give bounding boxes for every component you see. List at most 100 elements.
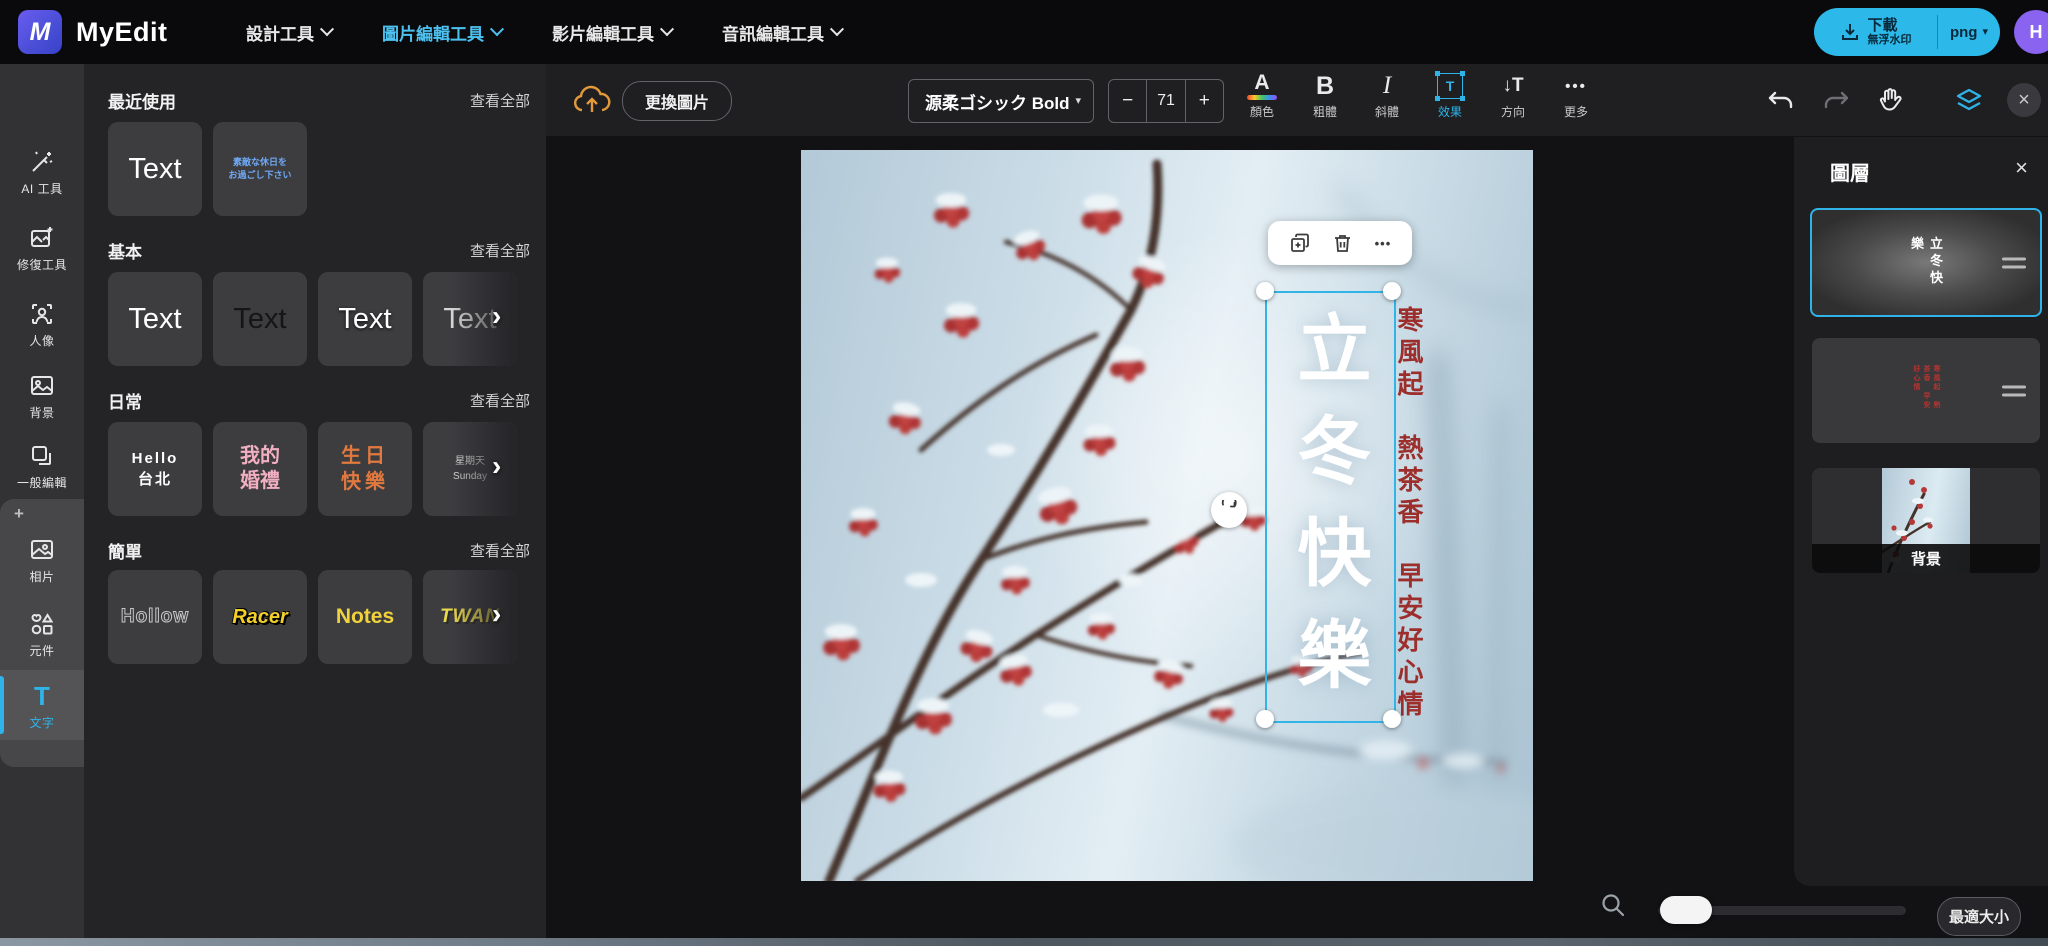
text-effect-button[interactable]: T 效果 [1421,70,1479,128]
myedit-logo-icon[interactable]: M [18,10,62,54]
fade-overlay [423,272,517,366]
zoom-search-icon[interactable] [1600,892,1626,918]
trash-icon[interactable] [1332,232,1353,254]
chevron-down-icon [830,22,844,36]
chevron-down-icon [490,22,504,36]
text-style-tile[interactable]: TWAN [423,570,517,664]
sidebar-item-ai-tools[interactable]: AI 工具 [0,142,84,204]
text-style-tile[interactable]: 我的 婚禮 [213,422,307,516]
text-style-tile[interactable]: 素敵な休日を お過ごし下さい [213,122,307,216]
window-bottom-edge [0,938,2048,946]
effect-icon: T [1437,70,1463,102]
brand-name: MyEdit [76,0,168,64]
row-scroll-right-icon[interactable]: › [492,300,501,332]
close-layers-icon[interactable]: × [2015,155,2028,181]
close-editor-icon[interactable]: × [2007,83,2041,117]
portrait-icon [29,301,55,327]
fade-overlay [423,570,517,664]
canvas-text-selected[interactable]: 立冬快樂 [1282,310,1374,718]
view-all-simple[interactable]: 查看全部 [470,540,530,561]
rotate-handle[interactable] [1211,492,1247,528]
sidebar-item-portrait[interactable]: 人像 [0,294,84,356]
layer-item-selected-text[interactable]: 立冬快樂 [1810,208,2042,317]
text-style-tile[interactable]: Text [318,272,412,366]
text-style-tile[interactable]: 星期天 Sunday [423,422,517,516]
download-main[interactable]: 下載 無浮水印 [1814,18,1937,46]
hand-tool-icon[interactable] [1875,86,1905,116]
direction-icon: ↓T [1502,70,1523,102]
text-style-tile[interactable]: Text [213,272,307,366]
top-navbar: M MyEdit 設計工具 圖片編輯工具 影片編輯工具 音訊編輯工具 下載 無浮… [0,0,2048,64]
cloud-upload-icon[interactable] [572,84,612,118]
text-style-tile[interactable]: Racer [213,570,307,664]
drag-handle-icon[interactable] [2002,257,2026,268]
canvas-text-secondary[interactable]: 寒風起 熱茶香 早安好心情 [1394,306,1424,722]
row-scroll-right-icon[interactable]: › [492,598,501,630]
replace-image-button[interactable]: 更換圖片 [622,81,732,121]
font-size-decrease-button[interactable]: − [1109,80,1146,122]
user-avatar[interactable]: H [2014,10,2048,54]
text-style-tile[interactable]: Text [108,122,202,216]
layers-icon[interactable] [1954,86,1984,116]
section-title-simple: 簡單 [108,538,142,563]
menu-design-tools[interactable]: 設計工具 [246,20,332,45]
text-style-tile[interactable]: Text [423,272,517,366]
menu-audio-tools[interactable]: 音訊編輯工具 [722,20,842,45]
more-options-button[interactable]: ••• 更多 [1547,70,1605,128]
font-family-select[interactable]: 源柔ゴシック Bold ▾ [908,79,1094,123]
layer-item-background[interactable]: 背景 [1812,468,2040,573]
caret-down-icon: ▾ [1982,27,1988,37]
text-direction-button[interactable]: ↓T 方向 [1484,70,1542,128]
sidebar-item-repair-tools[interactable]: 修復工具 [0,218,84,280]
resize-handle-top-right[interactable] [1383,282,1401,300]
resize-handle-bottom-right[interactable] [1383,710,1401,728]
section-title-basic: 基本 [108,238,142,263]
text-style-tile[interactable]: Hollow [108,570,202,664]
sidebar-item-text[interactable]: T 文字 [0,676,84,738]
shapes-icon [29,611,55,637]
text-style-tile[interactable]: Text [108,272,202,366]
view-all-recent[interactable]: 查看全部 [470,90,530,111]
font-size-value[interactable]: 71 [1146,80,1185,122]
layer-item-secondary-text[interactable]: 寒風起 熱茶香 早安好心情 [1812,338,2040,443]
text-style-tile[interactable]: Hello 台北 [108,422,202,516]
menu-video-tools[interactable]: 影片編輯工具 [552,20,672,45]
zoom-slider-thumb[interactable] [1660,896,1712,924]
text-style-tile[interactable]: 生日 快樂 [318,422,412,516]
font-size-stepper: − 71 + [1108,79,1224,123]
italic-button[interactable]: I 斜體 [1358,70,1416,128]
chevron-down-icon [320,22,334,36]
font-size-increase-button[interactable]: + [1186,80,1223,122]
text-color-button[interactable]: A 顏色 [1233,70,1291,128]
sidebar-item-photos[interactable]: 相片 [0,530,84,592]
download-button[interactable]: 下載 無浮水印 png ▾ [1814,8,2000,56]
menu-image-tools[interactable]: 圖片編輯工具 [382,20,502,45]
layer-label: 背景 [1812,544,2040,573]
resize-handle-bottom-left[interactable] [1256,710,1274,728]
selection-toolbar: ••• [1268,221,1412,265]
sidebar-item-elements[interactable]: 元件 [0,604,84,666]
logo-glyph: M [30,18,51,47]
view-all-basic[interactable]: 查看全部 [470,240,530,261]
download-format-select[interactable]: png ▾ [1938,24,2000,41]
resize-handle-top-left[interactable] [1256,282,1274,300]
more-dots-icon[interactable]: ••• [1375,236,1392,251]
download-icon [1840,22,1860,42]
sidebar-item-background[interactable]: 背景 [0,366,84,428]
tool-sidebar: + AI 工具 修復工具 人像 背景 一般編輯 相片 [0,64,84,946]
bold-button[interactable]: B 粗體 [1296,70,1354,128]
drag-handle-icon[interactable] [2002,385,2026,396]
fit-to-screen-button[interactable]: 最適大小 [1937,897,2021,936]
row-scroll-right-icon[interactable]: › [492,450,501,482]
undo-icon[interactable] [1766,86,1796,116]
text-style-tile[interactable]: Notes [318,570,412,664]
duplicate-icon[interactable] [1289,232,1311,254]
redo-icon[interactable] [1821,86,1851,116]
view-all-daily[interactable]: 查看全部 [470,390,530,411]
italic-icon: I [1383,70,1391,102]
overlap-squares-icon [29,443,55,469]
sidebar-item-general-edit[interactable]: 一般編輯 [0,436,84,498]
add-icon: + [14,504,24,524]
bold-icon: B [1316,70,1334,102]
rotate-icon [1219,500,1239,520]
